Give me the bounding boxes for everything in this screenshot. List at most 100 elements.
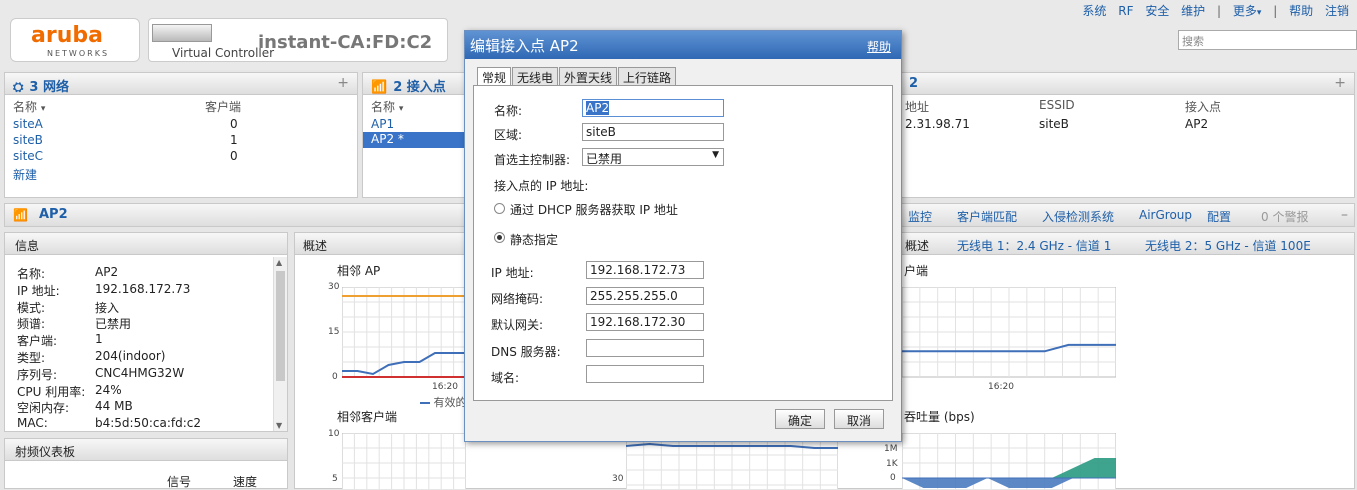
ok-button[interactable]: 确定	[775, 409, 825, 429]
netmask-label: 网络掩码:	[491, 292, 544, 306]
dialog-help-link[interactable]: 帮助	[867, 38, 891, 55]
tab-uplink[interactable]: 上行链路	[618, 67, 677, 85]
col-ap-header[interactable]: 接入点	[1185, 98, 1221, 115]
overview-title-2[interactable]: 概述	[905, 237, 929, 254]
info-value: 1	[95, 332, 103, 347]
nav-more[interactable]: 更多▾	[1233, 4, 1262, 18]
top-nav: 系统 RF 安全 维护 | 更多▾ | 帮助 注销	[1074, 2, 1349, 19]
nav-help[interactable]: 帮助	[1289, 4, 1313, 18]
dhcp-radio[interactable]	[494, 203, 505, 214]
nav-rf[interactable]: RF	[1118, 4, 1133, 18]
tab-radio[interactable]: 无线电	[512, 67, 559, 85]
config-tab[interactable]: 配置	[1207, 208, 1231, 225]
name-field[interactable]: AP2	[582, 99, 724, 117]
ip-field[interactable]: 192.168.172.73	[586, 261, 704, 279]
static-label[interactable]: 静态指定	[510, 231, 558, 248]
dropdown-arrow-icon: ▼	[712, 150, 719, 160]
tab-general[interactable]: 常规	[477, 67, 512, 85]
client-match-tab[interactable]: 客户端匹配	[957, 208, 1017, 225]
col-addr-header[interactable]: 地址	[905, 98, 929, 115]
network-row-clients: 0	[230, 149, 238, 163]
clients-title: 2	[909, 76, 919, 91]
add-client-icon[interactable]: +	[1334, 75, 1346, 91]
client-row-addr[interactable]: 2.31.98.71	[905, 117, 970, 131]
gateway-field[interactable]: 192.168.172.30	[586, 313, 704, 331]
network-row-name[interactable]: siteC	[13, 149, 43, 163]
xtick: 16:20	[432, 382, 458, 392]
col-clients-header[interactable]: 客户端	[205, 98, 241, 115]
scroll-down-icon[interactable]: ▼	[276, 421, 282, 430]
domain-label: 域名:	[491, 371, 520, 385]
preferred-controller-value: 已禁用	[586, 152, 623, 166]
nav-logout[interactable]: 注销	[1325, 4, 1349, 18]
info-value: 24%	[95, 382, 122, 397]
col-essid-header[interactable]: ESSID	[1039, 98, 1075, 112]
collapse-icon[interactable]: –	[1341, 207, 1348, 223]
nav-maintenance[interactable]: 维护	[1181, 4, 1205, 18]
domain-field[interactable]	[586, 365, 704, 383]
nav-more-label: 更多	[1232, 4, 1257, 18]
preferred-controller-select[interactable]: 已禁用 ▼	[582, 148, 724, 166]
edit-ap-dialog: 编辑接入点 AP2 帮助 常规 无线电 外置天线 上行链路 名称: AP2 区域…	[464, 30, 902, 442]
neighbor-ap-chart	[342, 287, 466, 378]
aps-panel-title: 📶 2 接入点	[363, 73, 465, 95]
info-value: 接入	[95, 300, 120, 315]
info-key: 类型:	[17, 351, 46, 365]
dialog-titlebar[interactable]: 编辑接入点 AP2 帮助	[465, 31, 901, 59]
new-network-link[interactable]: 新建	[13, 166, 37, 183]
legend-valid: 有效的	[420, 394, 467, 410]
ap-col-name-header[interactable]: 名称 ▾	[371, 98, 403, 115]
nav-system[interactable]: 系统	[1082, 4, 1106, 18]
search-input[interactable]: 搜索	[1178, 30, 1357, 50]
neighbor-clients-chart	[342, 433, 466, 489]
info-value: 192.168.172.73	[95, 281, 191, 296]
dns-label: DNS 服务器:	[491, 345, 561, 359]
network-row-clients: 1	[230, 133, 238, 147]
sort-down-icon: ▾	[398, 104, 404, 114]
col-name-header[interactable]: 名称 ▾	[13, 98, 45, 115]
ytick: 30	[328, 282, 340, 292]
dns-field[interactable]	[586, 339, 704, 357]
dialog-tabs: 常规 无线电 外置天线 上行链路	[477, 67, 677, 85]
network-row-name[interactable]: siteB	[13, 133, 43, 147]
info-value: AP2	[95, 265, 119, 279]
info-title: 信息	[5, 233, 287, 255]
alerts-count[interactable]: 0 个警报	[1261, 208, 1308, 225]
gateway-label: 默认网关:	[491, 318, 544, 332]
radio2-tab[interactable]: 无线电 2：5 GHz - 信道 100E	[1145, 237, 1311, 254]
cancel-button[interactable]: 取消	[834, 409, 884, 429]
ytick: 30	[612, 474, 624, 484]
scroll-up-icon[interactable]: ▲	[276, 258, 282, 267]
airgroup-tab[interactable]: AirGroup	[1139, 208, 1192, 222]
info-key: 模式:	[17, 300, 46, 315]
ids-tab[interactable]: 入侵检测系统	[1042, 208, 1114, 225]
info-key: 序列号:	[17, 367, 58, 382]
client-row-essid: siteB	[1039, 117, 1069, 131]
info-value: b4:5d:50:ca:fd:c2	[95, 416, 202, 431]
netmask-field[interactable]: 255.255.255.0	[586, 287, 704, 305]
zone-field[interactable]: siteB	[582, 123, 724, 141]
ytick: 15	[328, 327, 340, 337]
info-scrollbar[interactable]: ▲ ▼	[273, 257, 287, 431]
network-row-name[interactable]: siteA	[13, 117, 43, 131]
access-points-panel: 📶 2 接入点 名称 ▾ AP1 AP2 *	[362, 72, 466, 198]
radio1-tab[interactable]: 无线电 1：2.4 GHz - 信道 1	[957, 237, 1111, 254]
monitor-tab[interactable]: 监控	[908, 208, 932, 225]
throughput-chart	[902, 433, 1116, 489]
chart-title-neighbor-clients: 相邻客户端	[337, 410, 398, 424]
networks-panel: ⛭ 3 网络 + 名称 ▾ 客户端 siteA 0 siteB 1 siteC 0…	[4, 72, 358, 198]
tab-external-antenna[interactable]: 外置天线	[559, 67, 618, 85]
vc-name: instant-CA:FD:C2	[258, 32, 433, 53]
nav-security[interactable]: 安全	[1145, 4, 1169, 18]
info-key: 频谱:	[17, 317, 46, 332]
static-radio[interactable]	[494, 232, 505, 243]
ip-label: IP 地址:	[491, 266, 534, 280]
xtick: 16:20	[988, 382, 1014, 392]
info-key: 名称:	[17, 267, 46, 281]
dhcp-label[interactable]: 通过 DHCP 服务器获取 IP 地址	[510, 201, 678, 218]
ap-row-selected[interactable]: AP2 *	[363, 132, 465, 148]
scrollbar-thumb[interactable]	[276, 271, 285, 381]
networks-panel-title: ⛭ 3 网络 +	[5, 73, 357, 95]
ap-row-name[interactable]: AP1	[371, 117, 394, 131]
add-network-icon[interactable]: +	[337, 75, 349, 91]
